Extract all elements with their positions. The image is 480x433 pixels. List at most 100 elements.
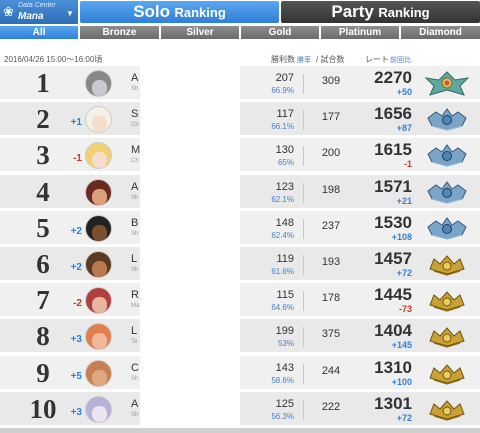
winrate-header[interactable]: 勝率 bbox=[297, 55, 311, 65]
rating-value: 1457 bbox=[374, 249, 412, 268]
table-row[interactable]: 3 -1 M Ch 130 65% 200 1615 -1 bbox=[0, 138, 480, 174]
wins-count: 143 bbox=[275, 361, 294, 374]
prev-compare-header[interactable]: 前回比 bbox=[390, 55, 411, 65]
column-divider bbox=[303, 74, 304, 94]
win-rate: 65% bbox=[277, 158, 294, 168]
column-divider bbox=[303, 291, 304, 312]
solo-tab-title: Solo bbox=[133, 2, 171, 21]
tab-solo-ranking[interactable]: Solo Ranking bbox=[80, 1, 279, 23]
datacenter-selector[interactable]: ❀ Data Center Mana ▼ bbox=[0, 0, 78, 24]
platinum-emblem-icon bbox=[424, 106, 470, 133]
rating-value: 1445 bbox=[374, 285, 412, 305]
table-row[interactable]: 7 -2 R Ma 115 64.6% 178 1445 -73 bbox=[0, 283, 480, 319]
party-tab-title: Party bbox=[331, 2, 374, 21]
tier-tab-all[interactable]: All bbox=[0, 26, 78, 39]
table-row[interactable]: 2 +1 S Ch 117 66.1% 177 1656 +87 bbox=[0, 102, 480, 138]
gold-emblem-icon bbox=[424, 396, 470, 423]
win-rate: 56.3% bbox=[271, 411, 294, 421]
match-count: 177 bbox=[321, 111, 341, 124]
flower-icon: ❀ bbox=[3, 4, 14, 19]
player-world: Sh bbox=[131, 375, 139, 382]
table-row[interactable]: 6 +2 L Sh 119 61.6% 193 1457 +72 bbox=[0, 247, 480, 282]
rank-number: 7 bbox=[36, 285, 50, 316]
wins-count: 125 bbox=[275, 397, 294, 410]
rank-number: 5 bbox=[36, 212, 50, 243]
player-name[interactable]: M bbox=[131, 144, 140, 156]
table-row[interactable]: 10 +3 A Sh 125 56.3% 222 1301 +72 bbox=[0, 391, 480, 427]
player-world: Sh bbox=[131, 230, 139, 237]
column-divider bbox=[303, 146, 304, 167]
platinum-emblem-icon bbox=[424, 179, 470, 206]
avatar[interactable] bbox=[85, 214, 112, 242]
rating-value: 1310 bbox=[374, 357, 412, 377]
player-name[interactable]: B bbox=[131, 217, 138, 229]
player-name[interactable]: R bbox=[131, 289, 139, 301]
player-name[interactable]: S bbox=[131, 108, 138, 120]
rating-value: 1571 bbox=[374, 176, 412, 196]
rating-delta: +50 bbox=[396, 87, 412, 97]
table-row[interactable]: 5 +2 B Sh 148 62.4% 237 1530 +108 bbox=[0, 210, 480, 246]
datacenter-label: Data Center bbox=[18, 2, 56, 9]
wins-count: 207 bbox=[275, 72, 294, 84]
matches-header: / 試合数 bbox=[316, 55, 345, 64]
avatar[interactable] bbox=[85, 70, 112, 97]
player-world: Sh bbox=[131, 267, 139, 273]
tier-tab-bronze[interactable]: Bronze bbox=[80, 26, 159, 39]
win-rate: 66.1% bbox=[271, 122, 294, 132]
avatar[interactable] bbox=[85, 178, 112, 206]
win-rate: 64.6% bbox=[271, 303, 294, 313]
avatar[interactable] bbox=[85, 323, 112, 351]
table-row[interactable]: 8 +3 L Te 199 53% 375 1404 +145 bbox=[0, 319, 480, 355]
player-name[interactable]: A bbox=[131, 72, 138, 84]
tier-tab-gold[interactable]: Gold bbox=[241, 26, 319, 39]
rank-change: -2 bbox=[73, 298, 82, 310]
player-name[interactable]: L bbox=[131, 253, 137, 265]
rating-delta: +21 bbox=[396, 195, 412, 206]
rank-number: 9 bbox=[36, 357, 50, 388]
win-rate: 62.1% bbox=[271, 194, 294, 204]
tier-tab-platinum[interactable]: Platinum bbox=[321, 26, 399, 39]
win-rate: 58.6% bbox=[271, 375, 294, 385]
wins-count: 115 bbox=[276, 289, 294, 302]
rating-value: 1656 bbox=[374, 104, 412, 124]
tab-party-ranking[interactable]: Party Ranking bbox=[281, 1, 480, 23]
table-row[interactable]: 1 A Sh 207 66.9% 309 2270 +50 bbox=[0, 66, 480, 101]
table-row[interactable]: 4 A Sh 123 62.1% 198 1571 +21 bbox=[0, 174, 480, 210]
rank-change: -1 bbox=[73, 153, 82, 165]
avatar[interactable] bbox=[85, 251, 112, 278]
rank-number: 6 bbox=[36, 249, 50, 279]
avatar[interactable] bbox=[85, 359, 112, 387]
rank-number: 4 bbox=[36, 176, 50, 207]
tier-tab-silver[interactable]: Silver bbox=[161, 26, 239, 39]
player-world: Ma bbox=[131, 303, 140, 310]
column-divider bbox=[303, 182, 304, 203]
table-row[interactable]: 9 +5 C Sh 143 58.6% 244 1310 +100 bbox=[0, 355, 480, 391]
rank-number: 1 bbox=[36, 68, 50, 98]
platinum-emblem-icon bbox=[424, 142, 470, 169]
match-count: 178 bbox=[321, 292, 341, 305]
wins-count: 199 bbox=[275, 325, 294, 338]
player-name[interactable]: L bbox=[131, 325, 137, 337]
rating-value: 1301 bbox=[374, 393, 412, 413]
wins-count: 119 bbox=[276, 253, 294, 265]
tier-tab-diamond[interactable]: Diamond bbox=[401, 26, 480, 39]
party-tab-subtitle: Ranking bbox=[378, 5, 430, 20]
gold-emblem-icon bbox=[424, 360, 470, 387]
player-name[interactable]: A bbox=[131, 181, 138, 193]
avatar[interactable] bbox=[85, 142, 112, 170]
rating-header: レート bbox=[365, 55, 389, 64]
avatar[interactable] bbox=[85, 287, 112, 315]
match-count: 200 bbox=[321, 147, 341, 160]
player-name[interactable]: C bbox=[131, 362, 139, 374]
column-divider bbox=[303, 110, 304, 131]
solo-tab-subtitle: Ranking bbox=[174, 5, 226, 20]
rank-number: 3 bbox=[36, 140, 50, 171]
match-count: 244 bbox=[321, 364, 341, 377]
table-header: 2016/04/26 15:00〜16:00頃 勝利数 勝率 / 試合数 レート… bbox=[0, 46, 480, 64]
footer-divider bbox=[0, 428, 480, 433]
avatar[interactable] bbox=[85, 106, 112, 134]
win-rate: 66.9% bbox=[271, 86, 294, 95]
player-name[interactable]: A bbox=[131, 398, 138, 410]
gold-emblem-icon bbox=[424, 323, 470, 350]
avatar[interactable] bbox=[85, 395, 112, 423]
